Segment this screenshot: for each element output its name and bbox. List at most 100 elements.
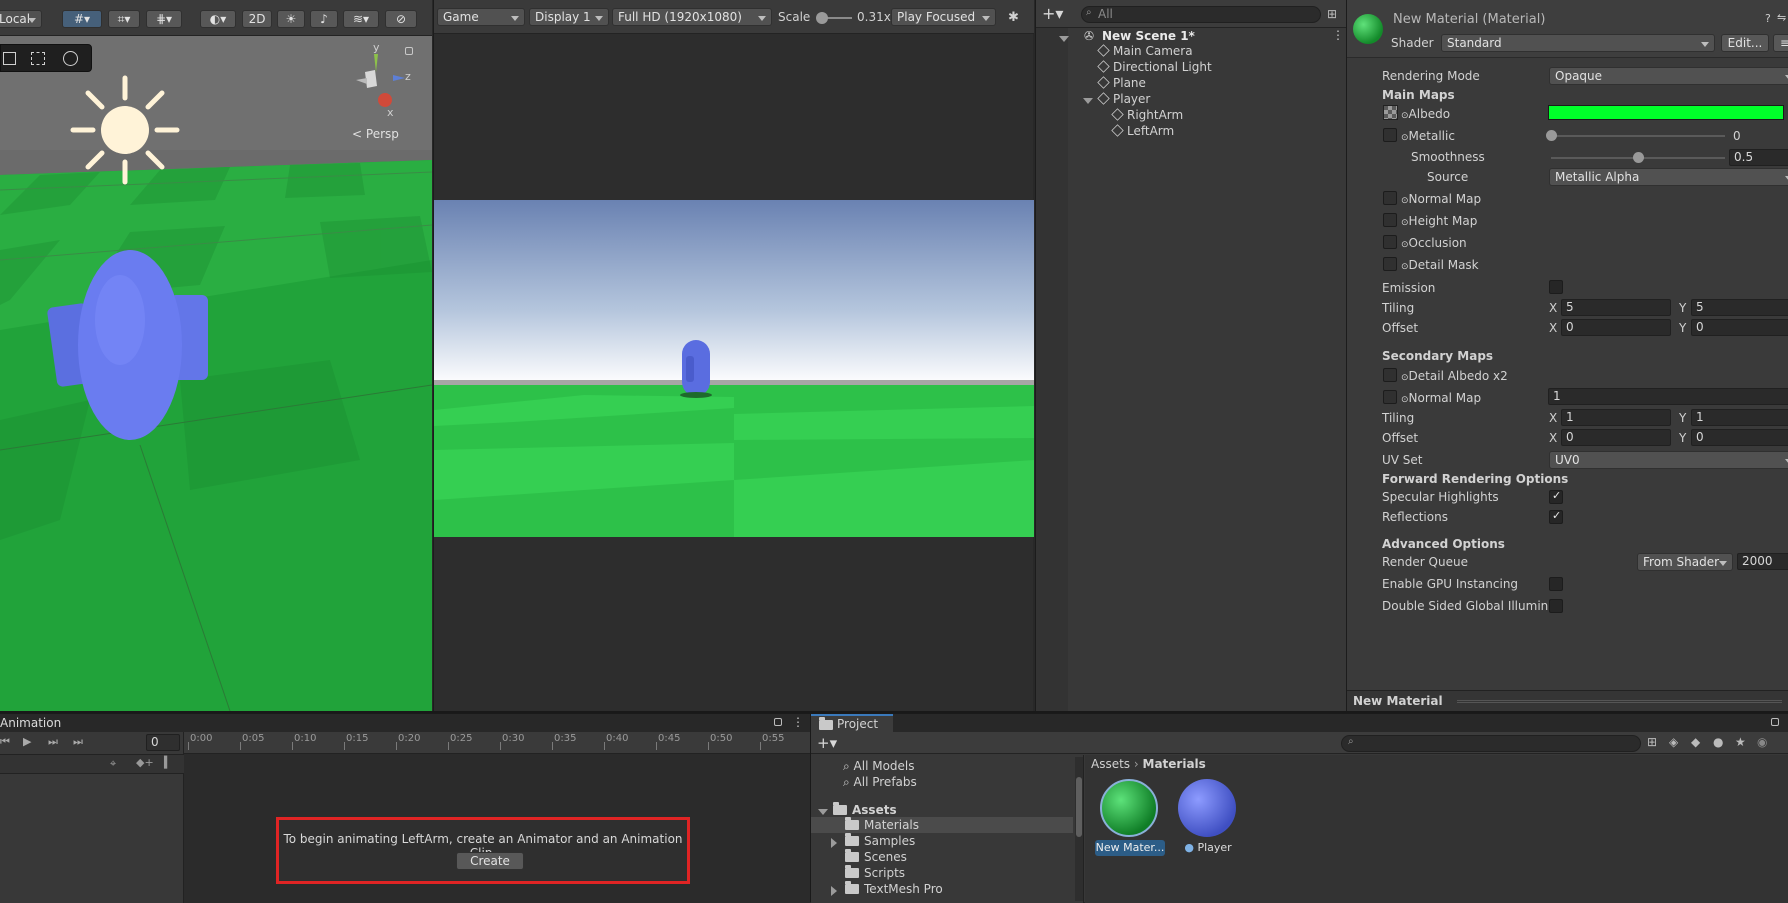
game-view-dropdown[interactable]: Game xyxy=(437,8,525,26)
favorite-item[interactable]: ⌕ All Models xyxy=(843,759,915,774)
emission-checkbox[interactable] xyxy=(1549,280,1563,294)
scale-slider-thumb[interactable] xyxy=(816,12,828,24)
hierarchy-item[interactable]: RightArm xyxy=(1111,108,1183,122)
folder-item[interactable]: Scenes xyxy=(845,849,907,864)
rect-tool-icon[interactable] xyxy=(3,52,16,65)
normal-map2-slot[interactable] xyxy=(1383,390,1397,404)
tag-icon[interactable]: ◆ xyxy=(1691,735,1700,749)
breadcrumb-item[interactable]: Materials xyxy=(1143,757,1206,771)
offset2-y-field[interactable]: 0 xyxy=(1691,429,1788,446)
hierarchy-search-input[interactable]: All xyxy=(1081,6,1321,23)
search-by-type-icon[interactable]: ⊞ xyxy=(1647,735,1657,749)
project-tab[interactable]: Project xyxy=(811,714,893,732)
persp-label[interactable]: < Persp xyxy=(352,127,399,141)
animation-tab[interactable]: Animation xyxy=(0,716,61,730)
warning-icon[interactable]: ● xyxy=(1713,735,1723,749)
eye-icon[interactable]: ◉ xyxy=(1757,735,1767,749)
last-frame-icon[interactable]: ⏭ xyxy=(73,735,83,749)
bug-icon[interactable]: ✱ xyxy=(1008,10,1019,25)
metallic-texture-slot[interactable] xyxy=(1383,128,1397,142)
effects-toggle[interactable]: ≋▾ xyxy=(343,10,379,28)
filter-icon[interactable]: ⌖ xyxy=(110,757,116,771)
metallic-slider-thumb[interactable] xyxy=(1546,130,1557,141)
hierarchy-item[interactable]: LeftArm xyxy=(1111,124,1174,138)
audio-toggle[interactable]: ♪ xyxy=(310,10,338,28)
add-icon[interactable]: +▾ xyxy=(817,734,837,752)
occlusion-slot[interactable] xyxy=(1383,235,1397,249)
tiling2-y-field[interactable]: 1 xyxy=(1691,409,1788,426)
reflections-checkbox[interactable] xyxy=(1549,509,1563,524)
metallic-slider[interactable] xyxy=(1546,130,1725,141)
pivot-dropdown[interactable]: Local xyxy=(0,10,42,28)
albedo-texture-slot[interactable] xyxy=(1383,105,1398,120)
normal-map-slot[interactable] xyxy=(1383,191,1397,205)
hierarchy-item[interactable]: Directional Light xyxy=(1097,60,1212,74)
project-search-input[interactable] xyxy=(1341,735,1641,752)
2d-toggle[interactable]: 2D xyxy=(242,10,272,28)
more-icon[interactable]: ⋮ xyxy=(1332,28,1344,42)
metallic-value[interactable]: 0 xyxy=(1733,129,1741,143)
offset-y-field[interactable]: 0 xyxy=(1691,319,1788,336)
create-button[interactable]: Create xyxy=(456,852,524,870)
more-icon[interactable]: ⋮ xyxy=(792,715,804,729)
transform-tool-icon[interactable] xyxy=(63,51,78,66)
double-sided-checkbox[interactable] xyxy=(1549,599,1563,613)
assets-root[interactable]: Assets xyxy=(818,802,897,817)
lighting-toggle[interactable]: ☀ xyxy=(277,10,305,28)
search-by-label-icon[interactable]: ◈ xyxy=(1669,735,1678,749)
detail-mask-slot[interactable] xyxy=(1383,257,1397,271)
scale-slider[interactable] xyxy=(816,12,852,24)
render-queue-dropdown[interactable]: From Shader xyxy=(1637,553,1733,571)
lock-icon[interactable] xyxy=(405,47,413,55)
next-frame-icon[interactable]: ⏭ xyxy=(48,735,58,749)
increment-snap-button[interactable]: ⋕▾ xyxy=(146,10,182,28)
tiling2-x-field[interactable]: 1 xyxy=(1561,409,1671,426)
gpu-instancing-checkbox[interactable] xyxy=(1549,577,1563,591)
draw-mode-button[interactable]: ◐▾ xyxy=(200,10,236,28)
visibility-toggle[interactable]: ⊘ xyxy=(385,10,417,28)
display-dropdown[interactable]: Display 1 xyxy=(529,8,609,26)
lock-icon[interactable] xyxy=(1771,718,1779,726)
height-map-slot[interactable] xyxy=(1383,213,1397,227)
folder-tree-scrollbar[interactable] xyxy=(1075,757,1083,901)
offset2-x-field[interactable]: 0 xyxy=(1561,429,1671,446)
tiling-x-field[interactable]: 5 xyxy=(1561,299,1671,316)
specular-checkbox[interactable] xyxy=(1549,489,1563,504)
preview-bar[interactable]: New Material xyxy=(1347,690,1788,711)
uv-set-dropdown[interactable]: UV0 xyxy=(1549,451,1788,469)
preview-drag-handle[interactable] xyxy=(1457,700,1782,703)
asset-tile[interactable]: ● Player xyxy=(1173,779,1243,855)
search-options-icon[interactable]: ⊞ xyxy=(1327,7,1337,21)
first-frame-icon[interactable]: ⏮ xyxy=(0,735,10,749)
move-snap-button[interactable]: #▾ xyxy=(62,10,102,28)
favorite-item[interactable]: ⌕ All Prefabs xyxy=(843,775,917,790)
offset-x-field[interactable]: 0 xyxy=(1561,319,1671,336)
rendering-mode-dropdown[interactable]: Opaque xyxy=(1549,67,1788,85)
tiling-y-field[interactable]: 5 xyxy=(1691,299,1788,316)
settings-icon[interactable]: ⇋ xyxy=(1777,11,1786,24)
hierarchy-item[interactable]: Plane xyxy=(1097,76,1146,90)
add-icon[interactable]: +▾ xyxy=(1042,4,1063,23)
menu-button[interactable]: ≡ xyxy=(1773,34,1788,52)
albedo-color-swatch[interactable] xyxy=(1548,105,1784,120)
smoothness-slider-thumb[interactable] xyxy=(1633,152,1644,163)
scene-row[interactable]: ✇ New Scene 1* ⋮ xyxy=(1036,28,1347,44)
asset-tile[interactable]: New Mater... xyxy=(1095,779,1165,856)
detail-albedo-slot[interactable] xyxy=(1383,368,1397,382)
shader-dropdown[interactable]: Standard xyxy=(1441,34,1715,52)
render-queue-field[interactable]: 2000 xyxy=(1737,553,1788,570)
add-event-icon[interactable]: ▍ xyxy=(164,756,172,769)
shader-edit-button[interactable]: Edit... xyxy=(1721,34,1769,52)
help-icon[interactable]: ? xyxy=(1765,12,1771,25)
grid-button[interactable]: ⌗▾ xyxy=(108,10,140,28)
normal-map2-field[interactable]: 1 xyxy=(1548,388,1788,405)
add-keyframe-icon[interactable]: ◆+ xyxy=(136,756,154,769)
source-dropdown[interactable]: Metallic Alpha xyxy=(1549,168,1788,186)
rect-transform-icon[interactable] xyxy=(31,52,45,65)
folder-item[interactable]: Samples xyxy=(830,833,915,848)
smoothness-slider[interactable] xyxy=(1551,152,1725,163)
play-mode-dropdown[interactable]: Play Focused xyxy=(891,8,996,26)
star-icon[interactable]: ★ xyxy=(1735,735,1746,749)
folder-item[interactable]: Materials xyxy=(845,817,919,832)
smoothness-field[interactable]: 0.5 xyxy=(1729,149,1788,166)
